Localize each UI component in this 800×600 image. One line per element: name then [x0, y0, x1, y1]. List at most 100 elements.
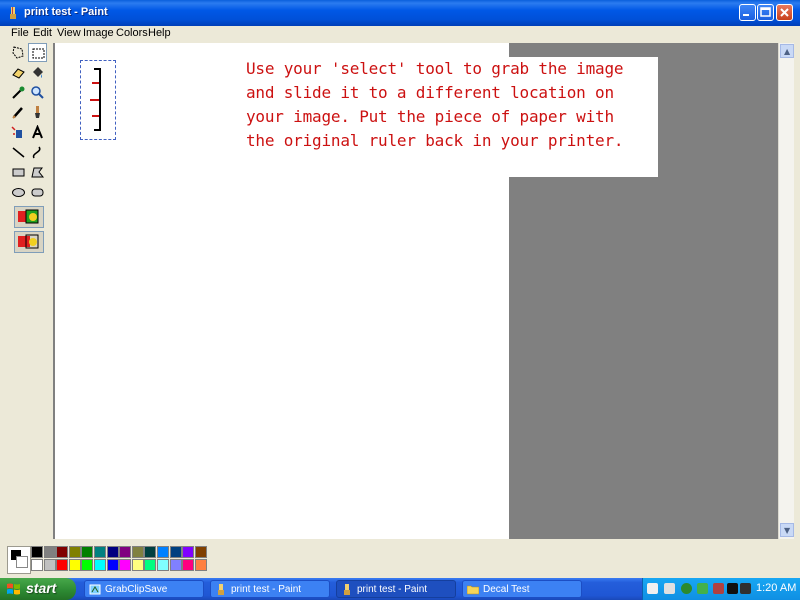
- tool-magnifier[interactable]: [28, 83, 47, 102]
- menu-view[interactable]: View: [57, 27, 81, 39]
- canvas-area: Use your 'select' tool to grab the image…: [53, 43, 778, 539]
- tool-rectangle[interactable]: [9, 163, 28, 182]
- start-button[interactable]: start: [0, 578, 76, 600]
- color-swatch[interactable]: [157, 559, 169, 571]
- tool-text[interactable]: [28, 123, 47, 142]
- scroll-down-button[interactable]: ▼: [780, 523, 794, 537]
- color-swatch[interactable]: [182, 559, 195, 571]
- color-swatch[interactable]: [144, 559, 157, 571]
- w-tray-icon[interactable]: [740, 583, 751, 594]
- color-swatch[interactable]: [194, 559, 207, 571]
- task-label: Decal Test: [483, 584, 530, 595]
- rectangle-icon: [12, 168, 25, 177]
- paint-app-icon: [10, 7, 16, 19]
- scroll-up-icon: ▲: [784, 47, 791, 56]
- menu-edit[interactable]: Edit: [33, 27, 52, 39]
- vertical-scrollbar[interactable]: ▲ ▼: [778, 43, 794, 539]
- color-swatch[interactable]: [43, 546, 56, 558]
- line-icon: [12, 147, 25, 158]
- color-swatch[interactable]: [81, 546, 94, 558]
- color-swatch[interactable]: [31, 546, 43, 558]
- tool-fill[interactable]: [28, 63, 47, 82]
- color-swatch[interactable]: [169, 559, 182, 571]
- color-swatch[interactable]: [131, 546, 144, 558]
- instruction-line-4: the original ruler back in your printer.: [246, 131, 624, 150]
- menu-image[interactable]: Image: [83, 27, 114, 39]
- color-swatch[interactable]: [43, 559, 56, 571]
- color-swatch[interactable]: [106, 559, 119, 571]
- app-tray-icon-2[interactable]: [727, 583, 738, 594]
- color-swatch[interactable]: [182, 546, 195, 558]
- curve-icon: [32, 146, 41, 159]
- color-swatch[interactable]: [194, 546, 207, 558]
- title-bar[interactable]: print test - Paint: [0, 0, 800, 26]
- close-button[interactable]: [776, 4, 793, 21]
- scroll-down-icon: ▼: [784, 526, 791, 535]
- tool-polygon[interactable]: [28, 163, 47, 182]
- app-tray-icon[interactable]: [713, 583, 724, 594]
- magnifier-icon: [31, 86, 44, 99]
- tool-line[interactable]: [9, 143, 28, 162]
- tool-rect-select[interactable]: [28, 43, 47, 62]
- taskbar: start GrabClipSave print test - Paint pr…: [0, 578, 800, 600]
- color-swatch[interactable]: [169, 546, 182, 558]
- color-swatch[interactable]: [119, 546, 132, 558]
- tool-curve[interactable]: [28, 143, 47, 162]
- color-swatch[interactable]: [68, 546, 81, 558]
- color-swatch[interactable]: [106, 546, 119, 558]
- paint-app-icon: [344, 584, 350, 595]
- transparent-selection-option[interactable]: [14, 231, 44, 253]
- task-grabclipsave[interactable]: GrabClipSave: [84, 580, 204, 598]
- task-print-test-paint-1[interactable]: print test - Paint: [210, 580, 330, 598]
- maximize-button[interactable]: [757, 4, 774, 21]
- color-swatch[interactable]: [56, 546, 69, 558]
- rounded-rect-icon: [31, 188, 44, 197]
- color-swatch[interactable]: [157, 546, 169, 558]
- color-swatch[interactable]: [94, 546, 106, 558]
- task-print-test-paint-2[interactable]: print test - Paint: [336, 580, 456, 598]
- color-swatch[interactable]: [94, 559, 106, 571]
- color-swatch[interactable]: [56, 559, 69, 571]
- tool-pencil[interactable]: [9, 103, 28, 122]
- volume-tray-icon[interactable]: [664, 583, 675, 594]
- color-swatch[interactable]: [119, 559, 132, 571]
- color-swatch[interactable]: [144, 546, 157, 558]
- instruction-line-2: and slide it to a different location on: [246, 83, 614, 102]
- color-swatch[interactable]: [131, 559, 144, 571]
- current-colors: [7, 546, 31, 574]
- task-label: GrabClipSave: [105, 584, 168, 595]
- ruler-selection[interactable]: [80, 60, 116, 140]
- brush-icon: [35, 106, 40, 118]
- transparent-selection-icon: [18, 234, 39, 249]
- start-label: start: [26, 580, 57, 596]
- tool-eraser[interactable]: [9, 63, 28, 82]
- instruction-line-1: Use your 'select' tool to grab the image: [246, 59, 624, 78]
- tool-airbrush[interactable]: [9, 123, 28, 142]
- canvas-text-box: Use your 'select' tool to grab the image…: [241, 57, 658, 177]
- menu-file[interactable]: File: [11, 27, 29, 39]
- color-swatch[interactable]: [31, 559, 43, 571]
- tool-box: [6, 43, 50, 253]
- scroll-up-button[interactable]: ▲: [780, 44, 794, 58]
- menu-colors[interactable]: Colors: [116, 27, 148, 39]
- paint-app-icon: [218, 584, 224, 595]
- close-icon: [780, 8, 789, 17]
- network-tray-icon[interactable]: [681, 583, 692, 594]
- menu-help[interactable]: Help: [148, 27, 171, 39]
- task-decal-test[interactable]: Decal Test: [462, 580, 582, 598]
- minimize-button[interactable]: [739, 4, 756, 21]
- tool-brush[interactable]: [28, 103, 47, 122]
- fill-icon: [33, 67, 43, 78]
- color-swatch[interactable]: [81, 559, 94, 571]
- pick-color-icon: [12, 86, 25, 99]
- tool-free-form-select[interactable]: [9, 43, 28, 62]
- color-swatch[interactable]: [68, 559, 81, 571]
- tool-pick-color[interactable]: [9, 83, 28, 102]
- help-tray-icon[interactable]: [647, 583, 658, 594]
- task-label: print test - Paint: [357, 584, 428, 595]
- opaque-selection-option[interactable]: [14, 206, 44, 228]
- tool-ellipse[interactable]: [9, 183, 28, 202]
- clock: 1:20 AM: [756, 582, 797, 594]
- security-tray-icon[interactable]: [697, 583, 708, 594]
- tool-rounded-rect[interactable]: [28, 183, 47, 202]
